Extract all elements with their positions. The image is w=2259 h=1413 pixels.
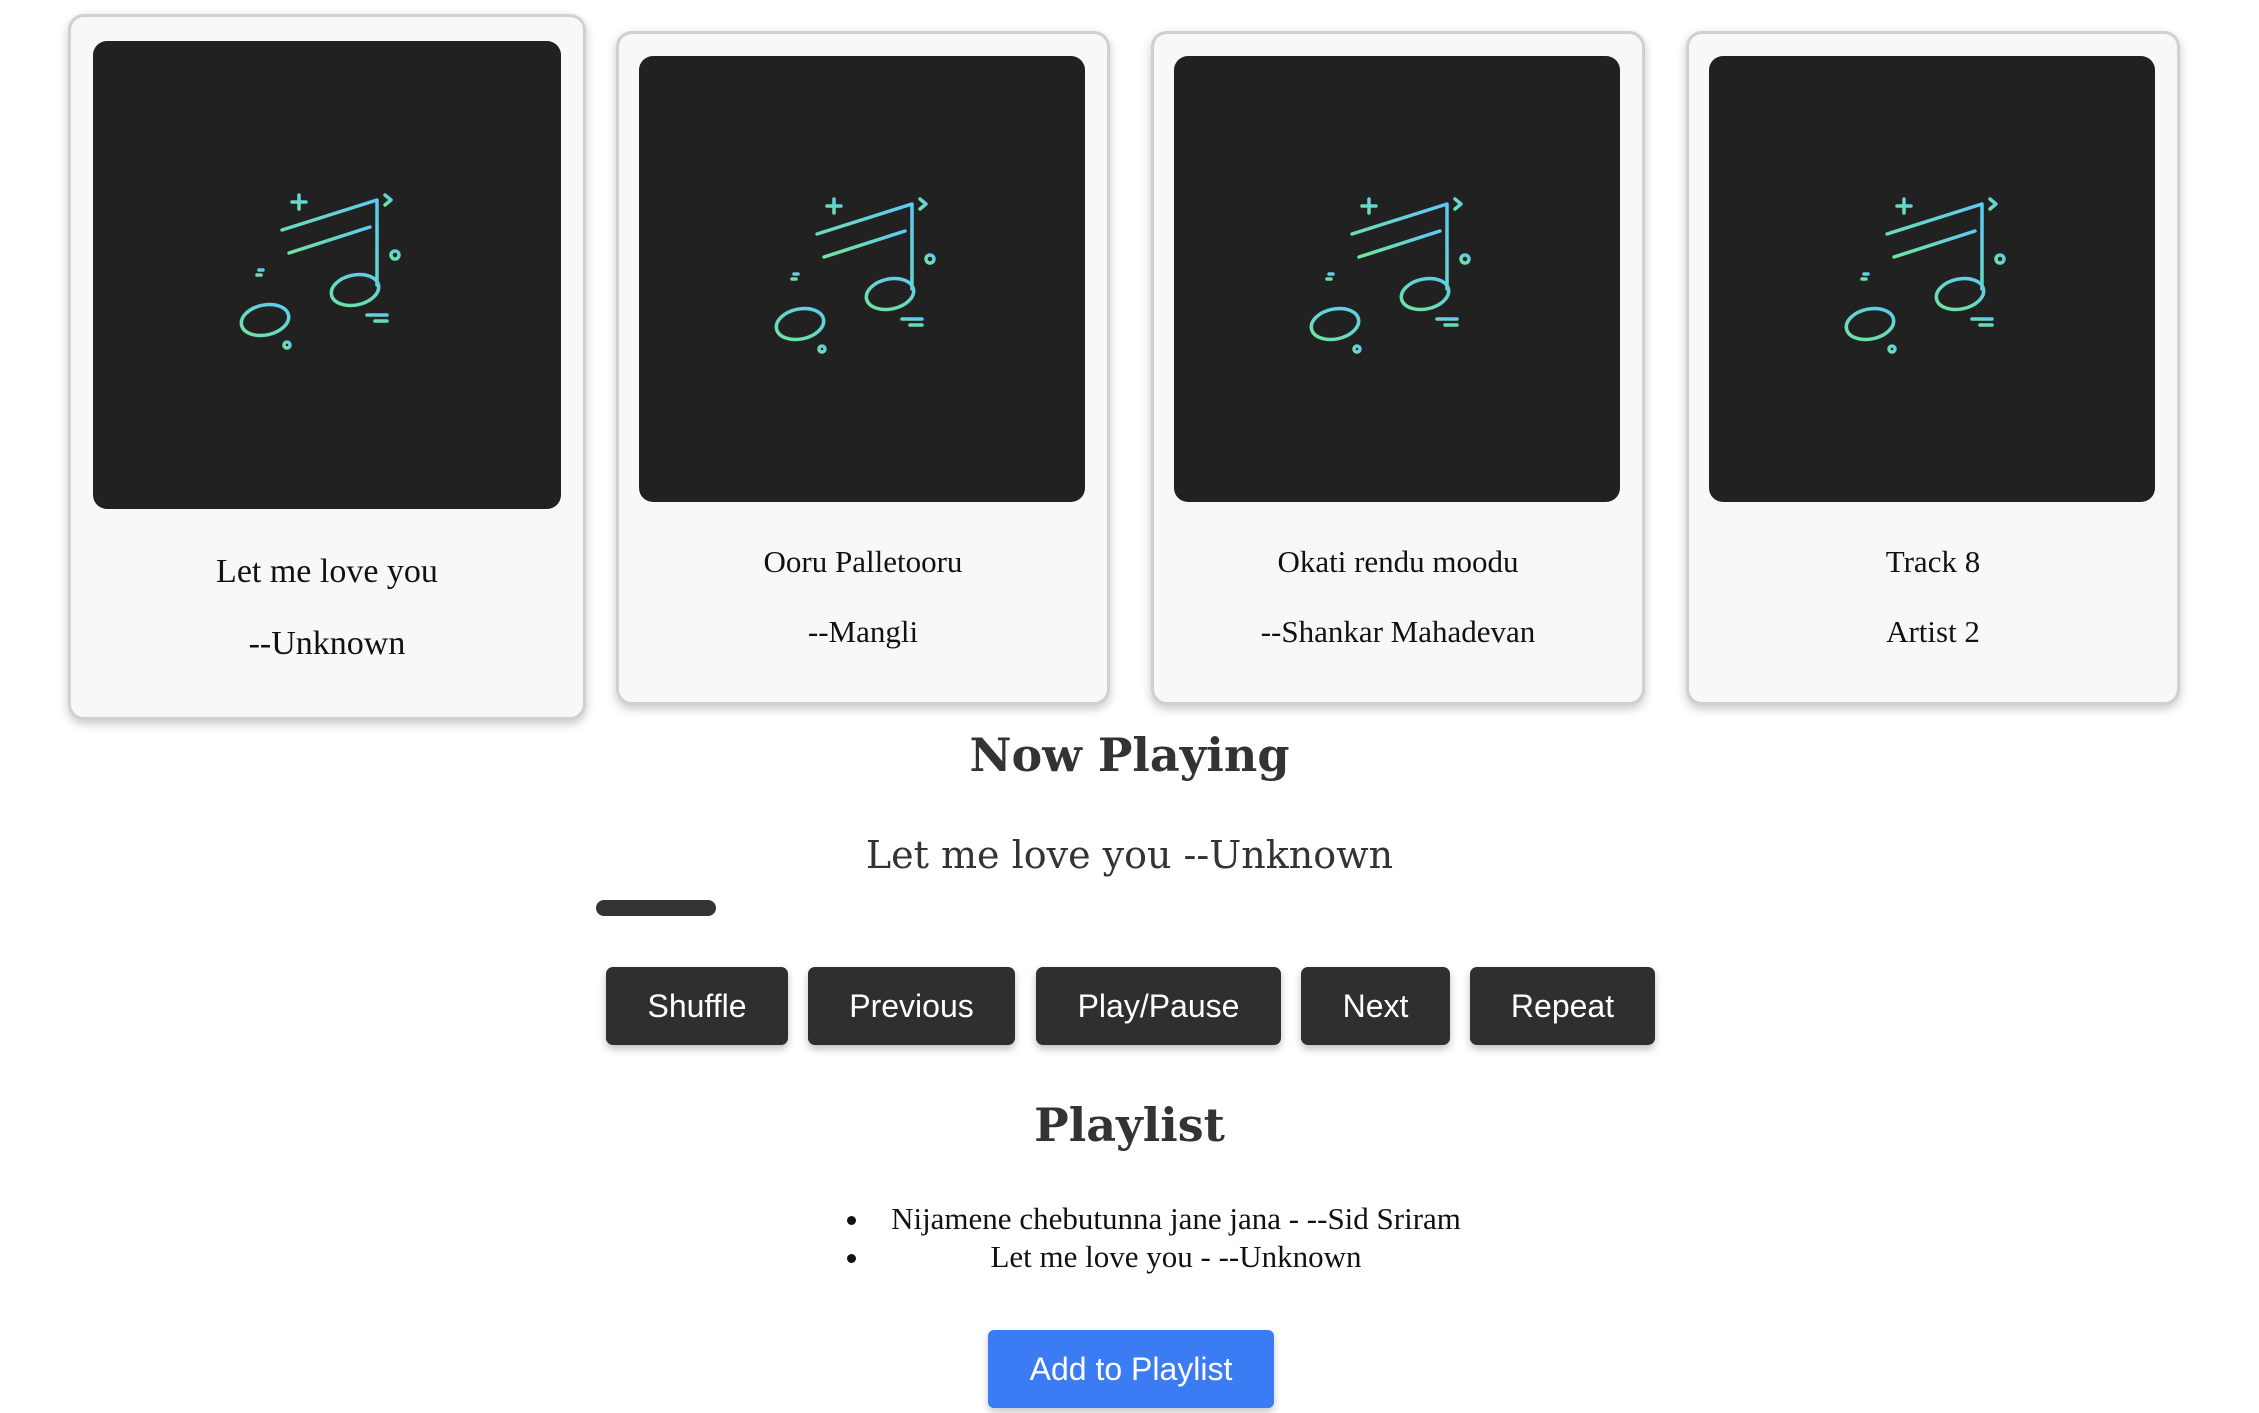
next-button[interactable]: Next — [1301, 967, 1450, 1045]
play-pause-button[interactable]: Play/Pause — [1036, 967, 1281, 1045]
playlist-item[interactable]: Nijamene chebutunna jane jana - --Sid Sr… — [872, 1200, 1480, 1238]
previous-button[interactable]: Previous — [808, 967, 1015, 1045]
shuffle-button[interactable]: Shuffle — [606, 967, 788, 1045]
song-artist: Artist 2 — [1886, 614, 1980, 649]
music-note-icon — [1832, 179, 2032, 379]
song-artist: --Mangli — [807, 614, 919, 649]
music-note-icon — [1297, 179, 1497, 379]
album-art — [1174, 56, 1620, 502]
album-art — [1709, 56, 2155, 502]
playlist-list: Nijamene chebutunna jane jana - --Sid Sr… — [840, 1200, 1480, 1276]
song-artist: --Unknown — [248, 625, 406, 662]
album-art — [639, 56, 1085, 502]
song-artist: --Shankar Mahadevan — [1260, 614, 1536, 649]
playlist-heading: Playlist — [1034, 1098, 1225, 1152]
song-title: Track 8 — [1885, 544, 1981, 579]
song-card[interactable]: Let me love you --Unknown — [68, 14, 586, 720]
song-card[interactable]: Okati rendu moodu --Shankar Mahadevan — [1151, 31, 1645, 705]
now-playing-track: Let me love you --Unknown — [865, 833, 1394, 877]
song-title: Ooru Palletooru — [763, 544, 963, 579]
add-to-playlist-button[interactable]: Add to Playlist — [988, 1330, 1274, 1408]
progress-bar[interactable] — [596, 900, 716, 916]
song-card[interactable]: Ooru Palletooru --Mangli — [616, 31, 1110, 705]
song-card[interactable]: Track 8 Artist 2 — [1686, 31, 2180, 705]
album-art — [93, 41, 561, 509]
now-playing-heading: Now Playing — [969, 728, 1290, 782]
music-note-icon — [227, 175, 427, 375]
music-player-page: Let me love you --Unknown Ooru Palletoor… — [0, 0, 2259, 1413]
song-title: Let me love you — [216, 553, 438, 590]
playlist-item[interactable]: Let me love you - --Unknown — [872, 1238, 1480, 1276]
repeat-button[interactable]: Repeat — [1470, 967, 1655, 1045]
music-note-icon — [762, 179, 962, 379]
playback-controls: Shuffle Previous Play/Pause Next Repeat — [0, 967, 2259, 1047]
song-title: Okati rendu moodu — [1277, 544, 1519, 579]
